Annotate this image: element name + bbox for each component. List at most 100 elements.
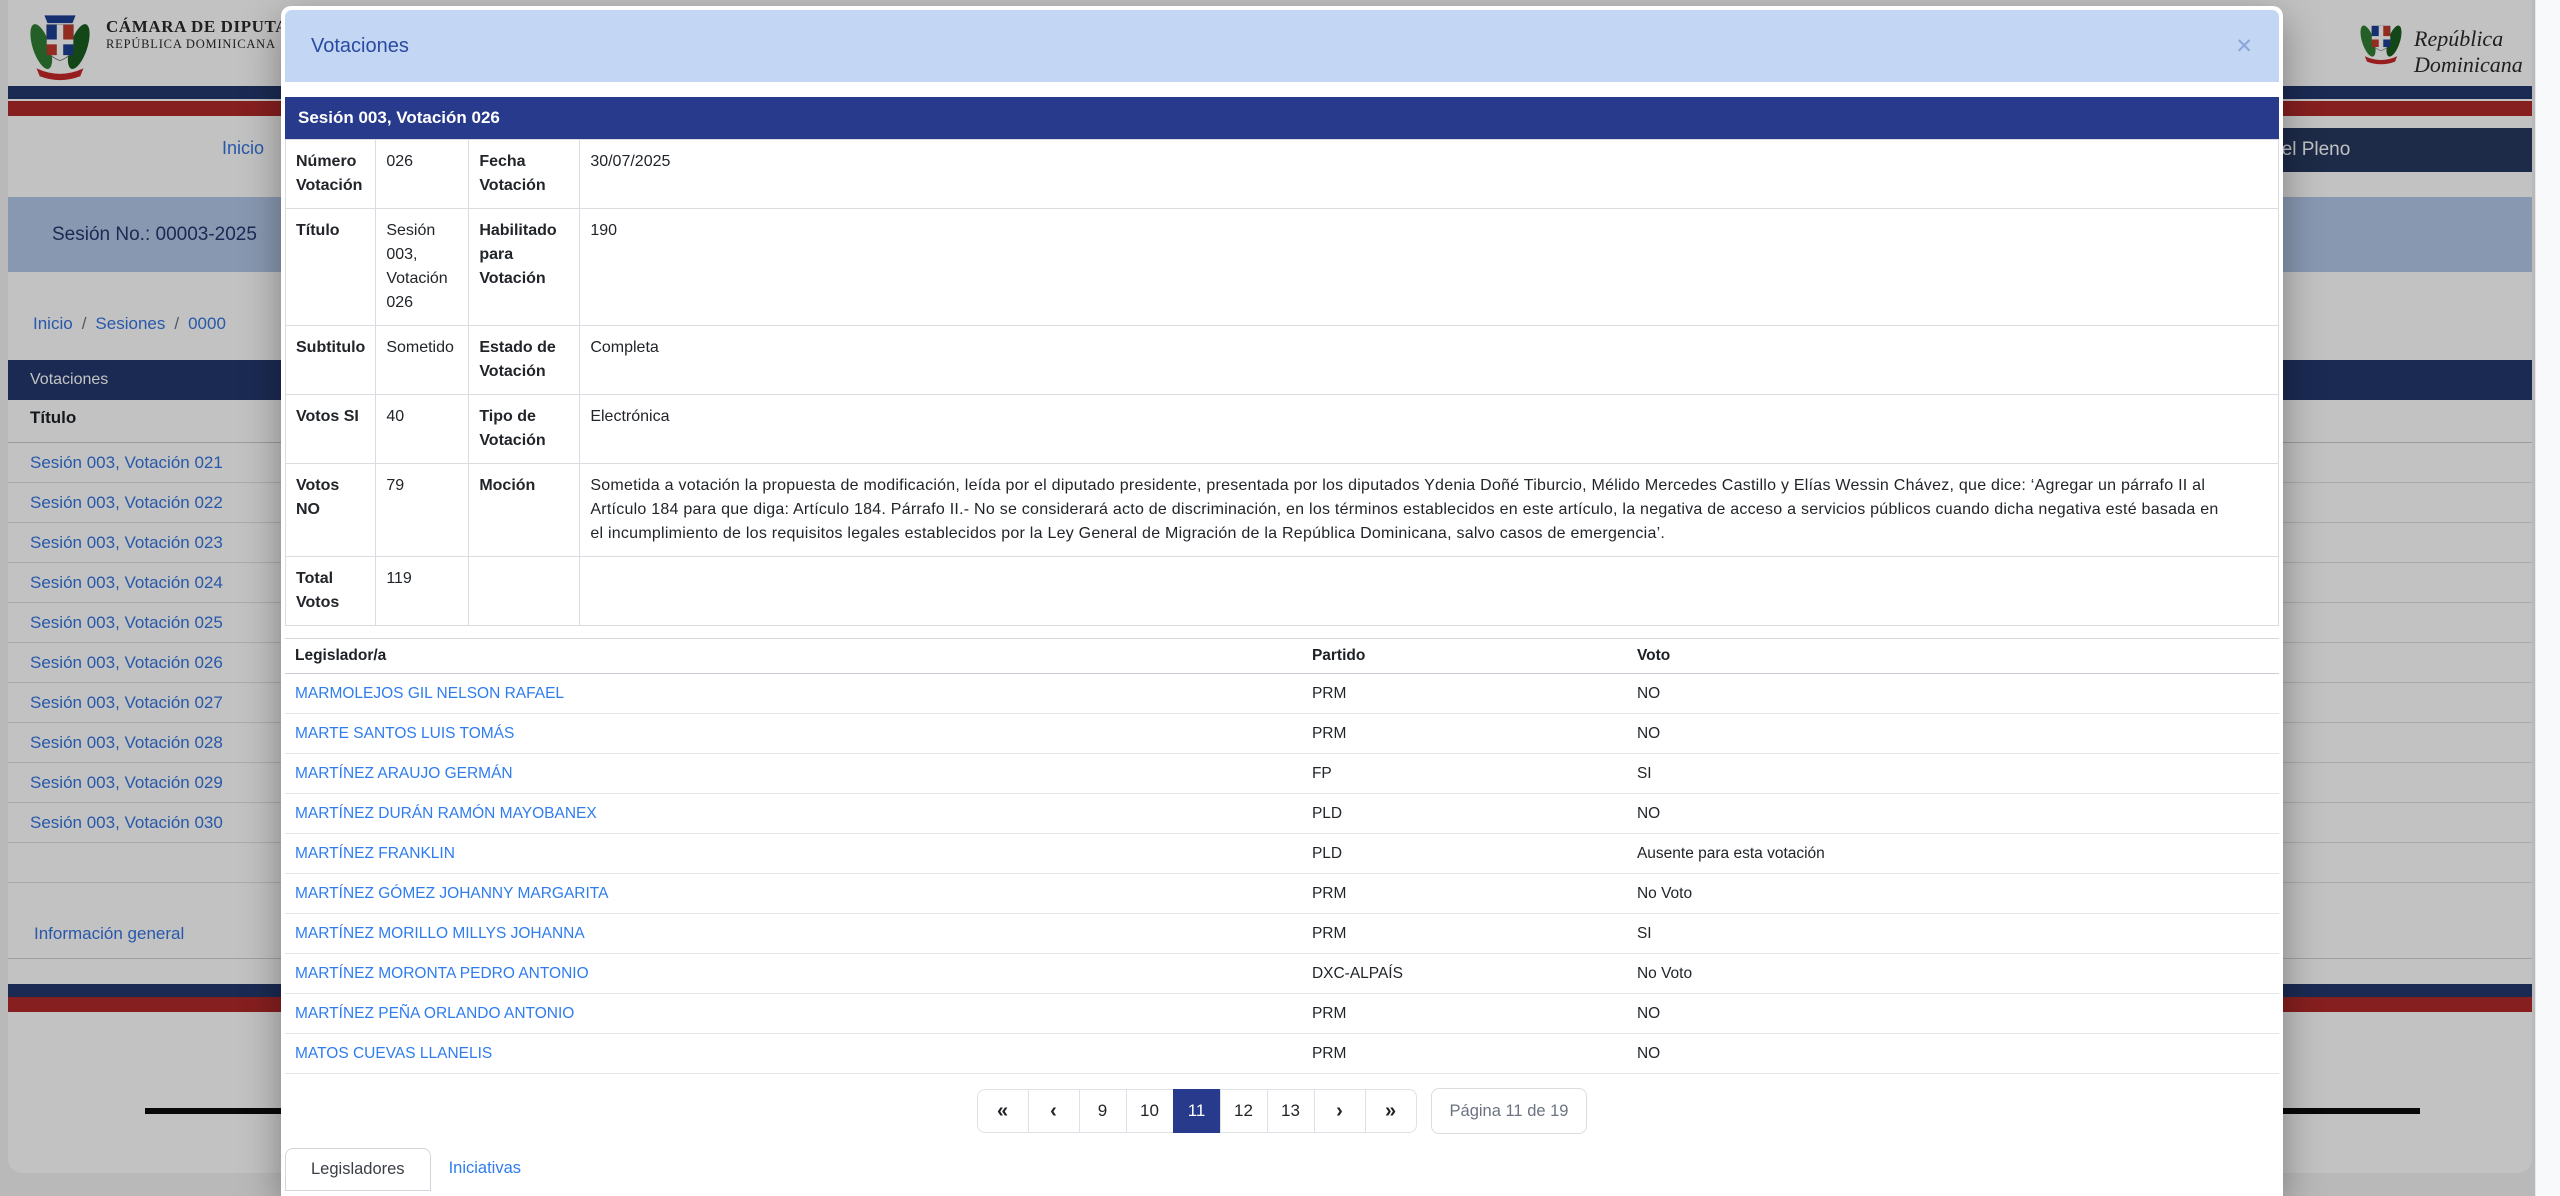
legislator-link[interactable]: MARTÍNEZ DURÁN RAMÓN MAYOBANEX [295, 805, 597, 822]
detail-label: Título [284, 208, 377, 326]
details-row: Número Votación 026 Fecha Votación 30/07/20… [284, 139, 2279, 209]
legislators-column-header: Partido [1301, 638, 1627, 674]
detail-label [468, 556, 581, 626]
page-button-last[interactable]: » [1364, 1089, 1417, 1133]
legislators-table: Legislador/a Partido Voto MARMOLEJOS GIL N… [285, 638, 2279, 1074]
legislator-name-cell: MARTÍNEZ DURÁN RAMÓN MAYOBANEX [285, 793, 1302, 834]
details-table-body: Número Votación 026 Fecha Votación 30/07/20… [284, 139, 2279, 626]
legislators-column-header: Voto [1626, 638, 2279, 674]
legislator-voto-cell: Ausente para esta votación [1626, 833, 2279, 874]
tab-legisladores[interactable]: Legisladores [285, 1148, 431, 1191]
legislator-voto-cell: SI [1626, 913, 2279, 954]
detail-value: 40 [375, 394, 470, 464]
legislator-link[interactable]: MARTÍNEZ ARAUJO GERMÁN [295, 765, 513, 782]
page-button-9[interactable]: 9 [1078, 1089, 1127, 1133]
legislators-table-body: MARMOLEJOS GIL NELSON RAFAEL PRM NO MARTE S… [285, 673, 2279, 1074]
detail-label: Votos NO [284, 463, 377, 557]
legislator-partido-cell: PLD [1301, 833, 1627, 874]
legislator-partido-cell: PRM [1301, 913, 1627, 954]
legislator-name-cell: MARTÍNEZ ARAUJO GERMÁN [285, 753, 1302, 794]
legislator-row: MATOS CUEVAS LLANELIS PRM NO [285, 1033, 2279, 1074]
legislator-voto-cell: No Voto [1626, 953, 2279, 994]
legislator-link[interactable]: MARTE SANTOS LUIS TOMÁS [295, 725, 514, 742]
legislator-voto-cell: NO [1626, 713, 2279, 754]
page-button-first[interactable]: « [976, 1089, 1029, 1133]
legislator-row: MARTÍNEZ GÓMEZ JOHANNY MARGARITA PRM No Vo… [285, 873, 2279, 914]
page-button-11[interactable]: 11 [1172, 1089, 1221, 1133]
detail-label: Habilitado para Votación [468, 208, 581, 326]
page-button-13[interactable]: 13 [1266, 1089, 1315, 1133]
legislator-voto-cell: NO [1626, 673, 2279, 714]
legislator-partido-cell: FP [1301, 753, 1627, 794]
detail-value: Sometido [375, 325, 470, 395]
legislator-link[interactable]: MARTÍNEZ PEÑA ORLANDO ANTONIO [295, 1005, 574, 1022]
legislator-partido-cell: PLD [1301, 793, 1627, 834]
legislator-row: MARTÍNEZ FRANKLIN PLD Ausente para esta vo… [285, 833, 2279, 874]
legislator-name-cell: MATOS CUEVAS LLANELIS [285, 1033, 1302, 1074]
legislator-partido-cell: DXC-ALPAÍS [1301, 953, 1627, 994]
modal-tabs: Legisladores Iniciativas [285, 1148, 2279, 1191]
detail-label: Número Votación [284, 139, 377, 209]
legislator-row: MARTÍNEZ MORILLO MILLYS JOHANNA PRM SI [285, 913, 2279, 954]
legislator-row: MARTÍNEZ ARAUJO GERMÁN FP SI [285, 753, 2279, 794]
legislator-partido-cell: PRM [1301, 1033, 1627, 1074]
legislator-name-cell: MARMOLEJOS GIL NELSON RAFAEL [285, 673, 1302, 714]
page-button-10[interactable]: 10 [1125, 1089, 1174, 1133]
page-button-next[interactable]: › [1313, 1089, 1366, 1133]
detail-value: 30/07/2025 [579, 139, 2279, 209]
legislator-voto-cell: No Voto [1626, 873, 2279, 914]
legislator-partido-cell: PRM [1301, 713, 1627, 754]
legislator-partido-cell: PRM [1301, 873, 1627, 914]
vertical-scrollbar[interactable] [2535, 0, 2560, 1196]
legislator-partido-cell: PRM [1301, 993, 1627, 1034]
legislator-row: MARTÍNEZ DURÁN RAMÓN MAYOBANEX PLD NO [285, 793, 2279, 834]
detail-value: Electrónica [579, 394, 2279, 464]
detail-value: Sometida a votación la propuesta de modi… [579, 463, 2279, 557]
legislator-voto-cell: NO [1626, 993, 2279, 1034]
votacion-details-table: Número Votación 026 Fecha Votación 30/07/20… [284, 139, 2279, 626]
page-button-prev[interactable]: ‹ [1027, 1089, 1080, 1133]
legislator-voto-cell: NO [1626, 1033, 2279, 1074]
pagination-buttons: «‹ 9 10 11 12 13 ›» [976, 1089, 1417, 1133]
legislator-row: MARTÍNEZ PEÑA ORLANDO ANTONIO PRM NO [285, 993, 2279, 1034]
detail-value: 190 [579, 208, 2279, 326]
detail-value: 026 [375, 139, 470, 209]
legislator-name-cell: MARTÍNEZ FRANKLIN [285, 833, 1302, 874]
votaciones-modal: Votaciones ✕ Sesión 003, Votación 026 Nú… [281, 6, 2283, 1196]
details-row: Total Votos 119 [284, 556, 2279, 626]
legislator-name-cell: MARTÍNEZ GÓMEZ JOHANNY MARGARITA [285, 873, 1302, 914]
details-row: Votos SI 40 Tipo de Votación Electrónica [284, 394, 2279, 464]
legislator-name-cell: MARTE SANTOS LUIS TOMÁS [285, 713, 1302, 754]
legislator-row: MARTÍNEZ MORONTA PEDRO ANTONIO DXC-ALPAÍS… [285, 953, 2279, 994]
details-row: Subtitulo Sometido Estado de Votación Compl… [284, 325, 2279, 395]
legislator-link[interactable]: MARTÍNEZ GÓMEZ JOHANNY MARGARITA [295, 885, 608, 902]
detail-label: Moción [468, 463, 581, 557]
votacion-caption-text: Sesión 003, Votación 026 [298, 108, 500, 127]
close-icon[interactable]: ✕ [2235, 36, 2253, 57]
legislator-link[interactable]: MATOS CUEVAS LLANELIS [295, 1045, 492, 1062]
tab-iniciativas[interactable]: Iniciativas [431, 1148, 539, 1189]
detail-label: Votos SI [284, 394, 377, 464]
legislator-link[interactable]: MARTÍNEZ MORONTA PEDRO ANTONIO [295, 965, 589, 982]
detail-value: Completa [579, 325, 2279, 395]
screen: CÁMARA DE DIPUTADOS REPÚBLICA DOMINICANA… [0, 0, 2560, 1196]
legislator-voto-cell: SI [1626, 753, 2279, 794]
legislator-link[interactable]: MARTÍNEZ FRANKLIN [295, 845, 455, 862]
legislator-link[interactable]: MARMOLEJOS GIL NELSON RAFAEL [295, 685, 564, 702]
detail-label: Tipo de Votación [468, 394, 581, 464]
detail-value: Sesión 003, Votación 026 [375, 208, 470, 326]
legislator-row: MARTE SANTOS LUIS TOMÁS PRM NO [285, 713, 2279, 754]
legislator-link[interactable]: MARTÍNEZ MORILLO MILLYS JOHANNA [295, 925, 585, 942]
detail-label: Fecha Votación [468, 139, 581, 209]
legislators-header-row: Legislador/a Partido Voto [285, 638, 2279, 674]
legislator-name-cell: MARTÍNEZ PEÑA ORLANDO ANTONIO [285, 993, 1302, 1034]
modal-header: Votaciones ✕ [285, 10, 2279, 82]
detail-value: 119 [375, 556, 470, 626]
pagination-info: Página 11 de 19 [1430, 1088, 1588, 1134]
legislator-voto-cell: NO [1626, 793, 2279, 834]
modal-title: Votaciones [311, 34, 409, 57]
detail-value [579, 556, 2279, 626]
pagination: «‹ 9 10 11 12 13 ›» Página 11 de 19 [285, 1088, 2279, 1134]
page-button-12[interactable]: 12 [1219, 1089, 1268, 1133]
legislator-name-cell: MARTÍNEZ MORILLO MILLYS JOHANNA [285, 913, 1302, 954]
